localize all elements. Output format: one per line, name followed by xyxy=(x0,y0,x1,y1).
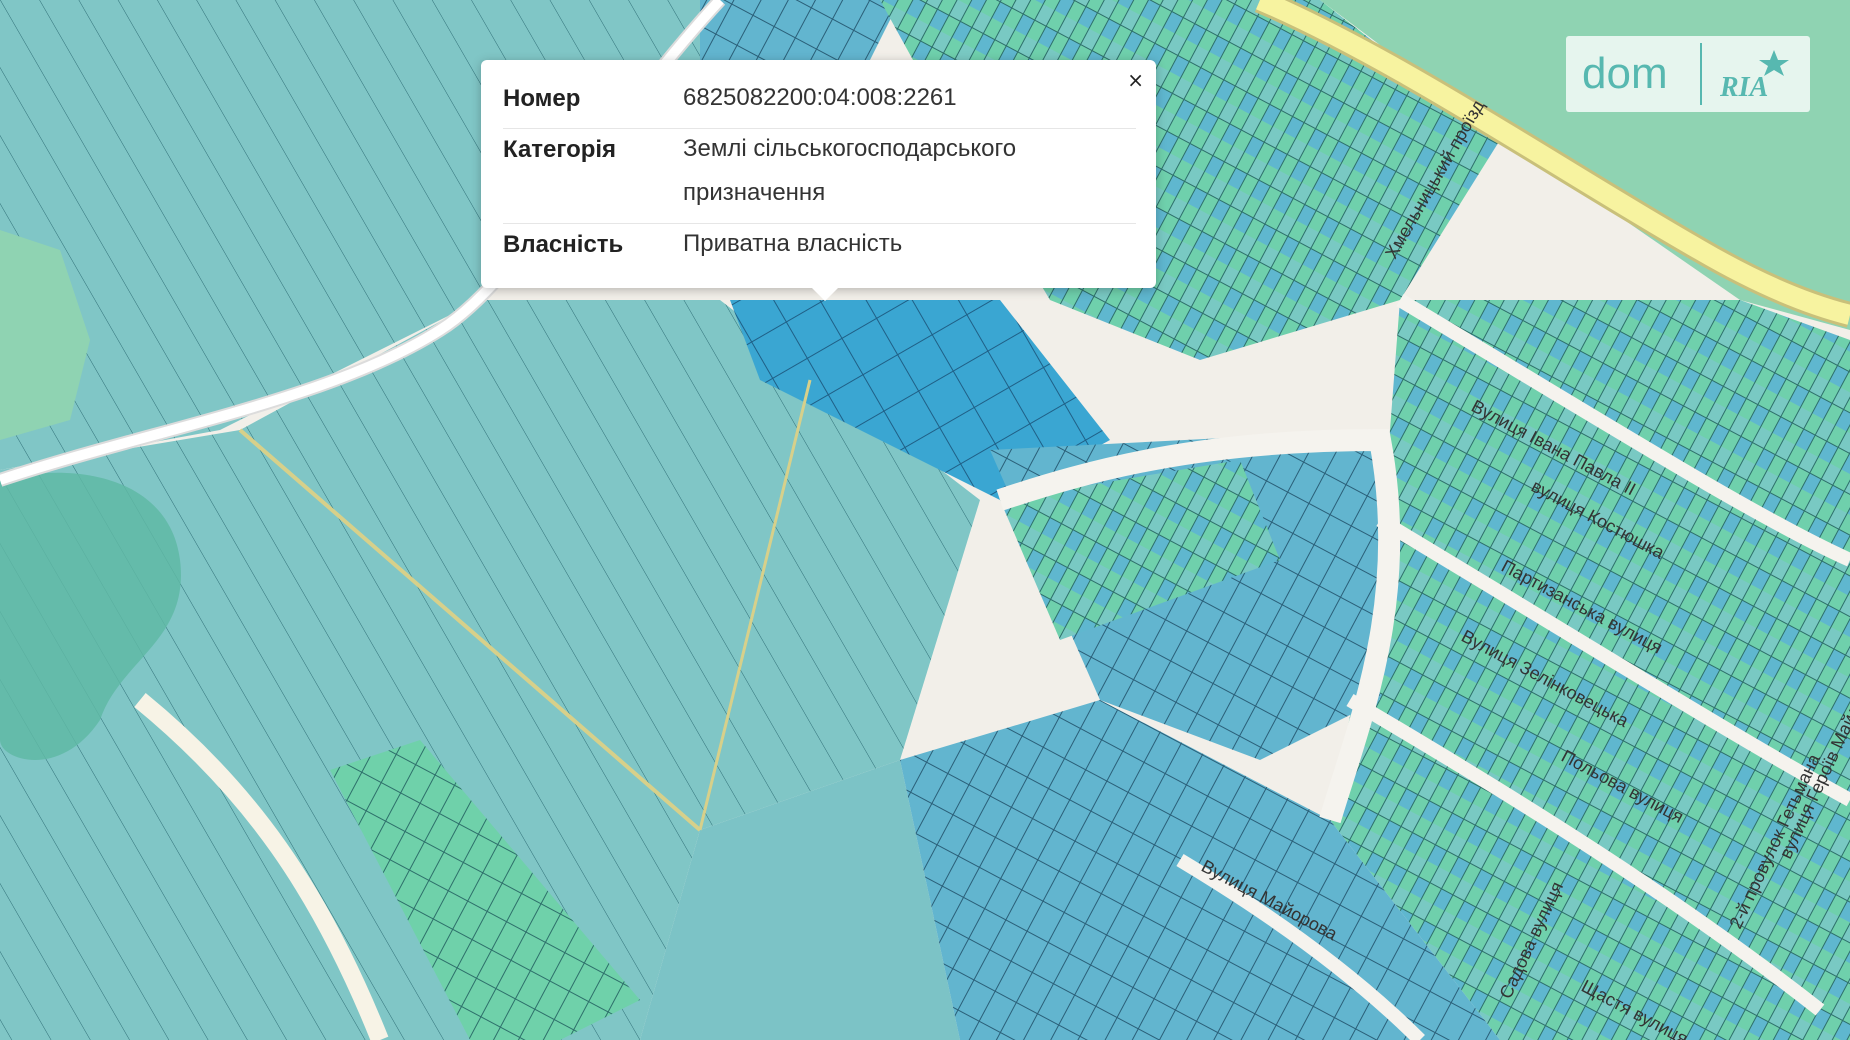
parcel-north-strip[interactable] xyxy=(700,0,900,60)
popup-row-ownership: Власність Приватна власність xyxy=(503,224,1136,274)
popup-value: Землі сільськогосподарського призначення xyxy=(683,135,1017,206)
popup-row-category: Категорія Землі сільськогосподарського п… xyxy=(503,129,1136,224)
popup-key: Номер xyxy=(503,85,581,112)
popup-value: Приватна власність xyxy=(683,230,903,257)
logo-ria-text: RIA xyxy=(1719,72,1768,103)
popup-key: Категорія xyxy=(503,136,617,163)
domria-logo: dom RIA xyxy=(1566,36,1810,112)
close-icon[interactable]: × xyxy=(1127,70,1144,90)
popup-key: Власність xyxy=(503,231,624,258)
popup-value: 6825082200:04:008:2261 xyxy=(683,84,957,111)
logo-divider xyxy=(1700,43,1702,105)
ria-logo-icon: RIA xyxy=(1719,50,1789,103)
popup-row-number: Номер 6825082200:04:008:2261 xyxy=(503,78,1136,129)
parcel-info-popup: × Номер 6825082200:04:008:2261 Категорія… xyxy=(481,60,1156,301)
logo-dom-text: dom xyxy=(1582,49,1668,98)
